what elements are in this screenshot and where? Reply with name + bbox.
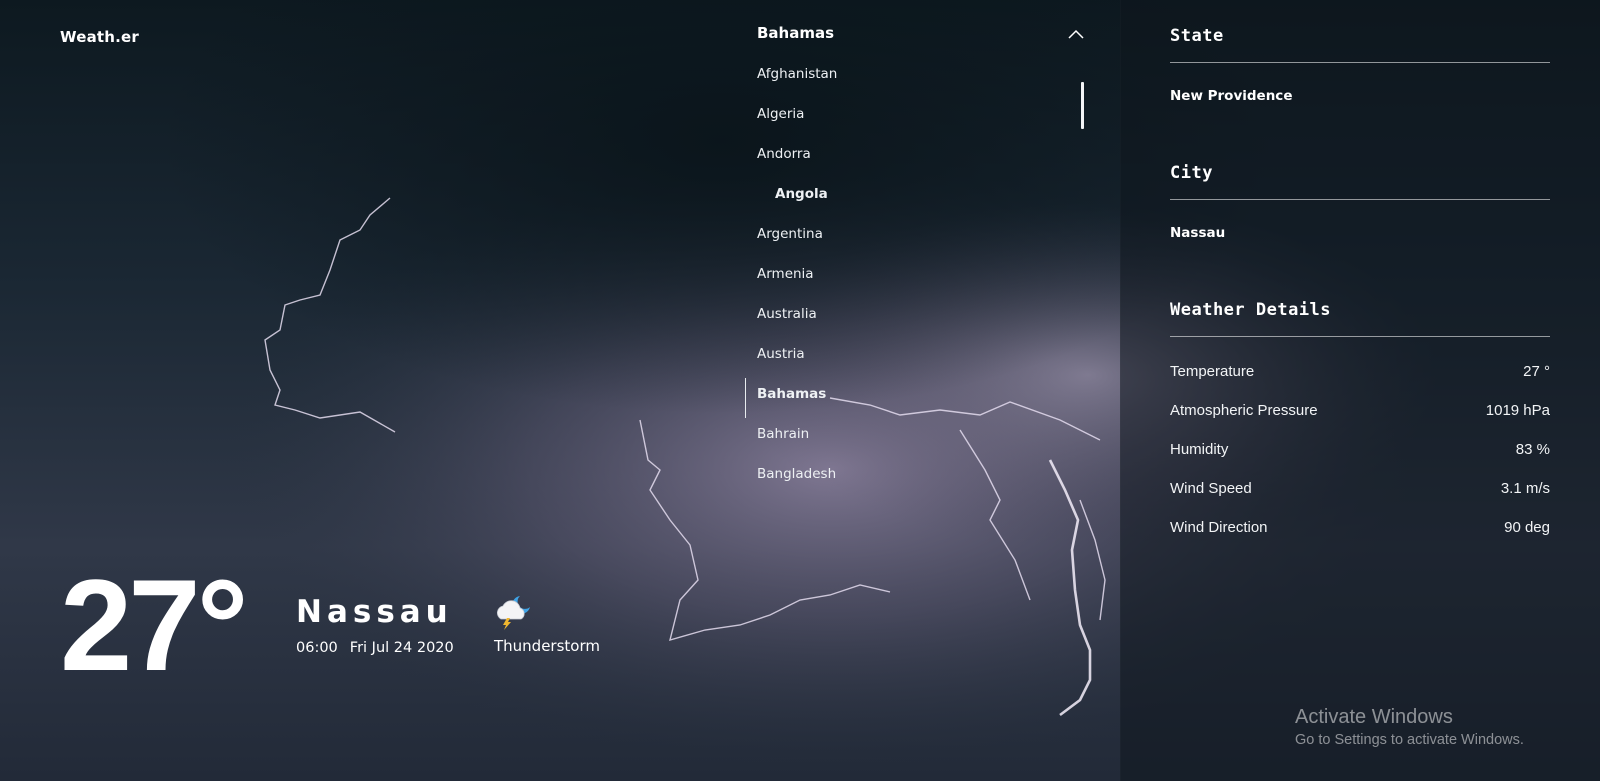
country-option[interactable]: Bahrain <box>757 422 1084 462</box>
country-dropdown-header[interactable]: Bahamas <box>757 24 1084 48</box>
state-value[interactable]: New Providence <box>1170 88 1550 104</box>
app-logo[interactable]: Weath.er <box>60 28 139 46</box>
detail-label: Wind Speed <box>1170 480 1252 497</box>
detail-row-wind-speed: Wind Speed 3.1 m/s <box>1170 478 1550 517</box>
detail-value: 3.1 m/s <box>1500 480 1550 497</box>
watermark-subtitle: Go to Settings to activate Windows. <box>1295 732 1524 748</box>
country-option[interactable]: Algeria <box>757 102 1084 142</box>
weather-details-heading: Weather Details <box>1170 300 1550 337</box>
country-option[interactable]: Argentina <box>757 222 1084 262</box>
detail-value: 90 deg <box>1504 519 1550 536</box>
country-option[interactable]: Bangladesh <box>757 462 1084 502</box>
detail-value: 83 % <box>1515 441 1550 458</box>
city-section: City Nassau <box>1170 163 1550 241</box>
detail-row-wind-direction: Wind Direction 90 deg <box>1170 517 1550 556</box>
weather-details-section: Weather Details Temperature 27 ° Atmosph… <box>1170 300 1550 556</box>
detail-label: Wind Direction <box>1170 519 1268 536</box>
city-heading: City <box>1170 163 1550 200</box>
time-date: 06:00 Fri Jul 24 2020 <box>296 640 466 656</box>
country-list: Afghanistan Algeria Andorra Angola Argen… <box>745 62 1084 502</box>
current-temperature: 27° <box>60 552 249 698</box>
windows-activation-watermark: Activate Windows Go to Settings to activ… <box>1295 706 1524 748</box>
selected-country: Bahamas <box>757 24 835 42</box>
watermark-title: Activate Windows <box>1295 706 1453 728</box>
city-value[interactable]: Nassau <box>1170 225 1550 241</box>
detail-row-pressure: Atmospheric Pressure 1019 hPa <box>1170 400 1550 439</box>
country-option-selected[interactable]: Bahamas <box>745 378 1084 422</box>
current-city: Nassau <box>296 594 453 630</box>
details-list: Temperature 27 ° Atmospheric Pressure 10… <box>1170 361 1550 556</box>
country-option[interactable]: Afghanistan <box>757 62 1084 102</box>
detail-label: Atmospheric Pressure <box>1170 402 1318 419</box>
details-panel: State New Providence City Nassau Weather… <box>1120 0 1600 781</box>
weather-condition: Thunderstorm <box>494 637 600 655</box>
country-option[interactable]: Andorra <box>757 142 1084 182</box>
detail-row-temperature: Temperature 27 ° <box>1170 361 1550 400</box>
state-heading: State <box>1170 26 1550 63</box>
country-dropdown[interactable]: Bahamas Afghanistan Algeria Andorra Ango… <box>745 24 1084 502</box>
chevron-up-icon[interactable] <box>1068 29 1084 39</box>
thunderstorm-night-icon <box>497 596 530 630</box>
current-date: Fri Jul 24 2020 <box>349 640 454 656</box>
detail-row-humidity: Humidity 83 % <box>1170 439 1550 478</box>
state-section: State New Providence <box>1170 26 1550 104</box>
current-time: 06:00 <box>296 640 338 656</box>
detail-value: 1019 hPa <box>1485 402 1550 419</box>
country-option[interactable]: Australia <box>757 302 1084 342</box>
country-option[interactable]: Armenia <box>757 262 1084 302</box>
country-option[interactable]: Austria <box>757 342 1084 382</box>
detail-label: Temperature <box>1170 363 1255 380</box>
detail-value: 27 ° <box>1523 363 1550 380</box>
country-option-hovered[interactable]: Angola <box>757 182 1084 222</box>
detail-label: Humidity <box>1170 441 1229 458</box>
